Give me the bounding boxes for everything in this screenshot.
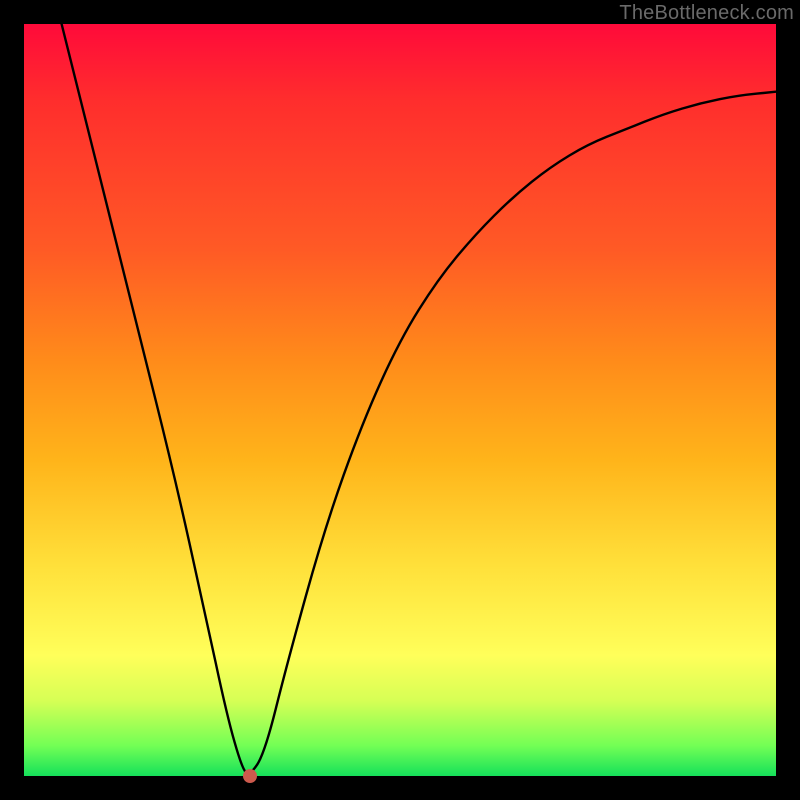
chart-curve: [24, 24, 776, 776]
curve-path: [62, 24, 776, 773]
chart-frame: [24, 24, 776, 776]
watermark-text: TheBottleneck.com: [619, 2, 794, 25]
chart-marker-dot: [243, 769, 257, 783]
